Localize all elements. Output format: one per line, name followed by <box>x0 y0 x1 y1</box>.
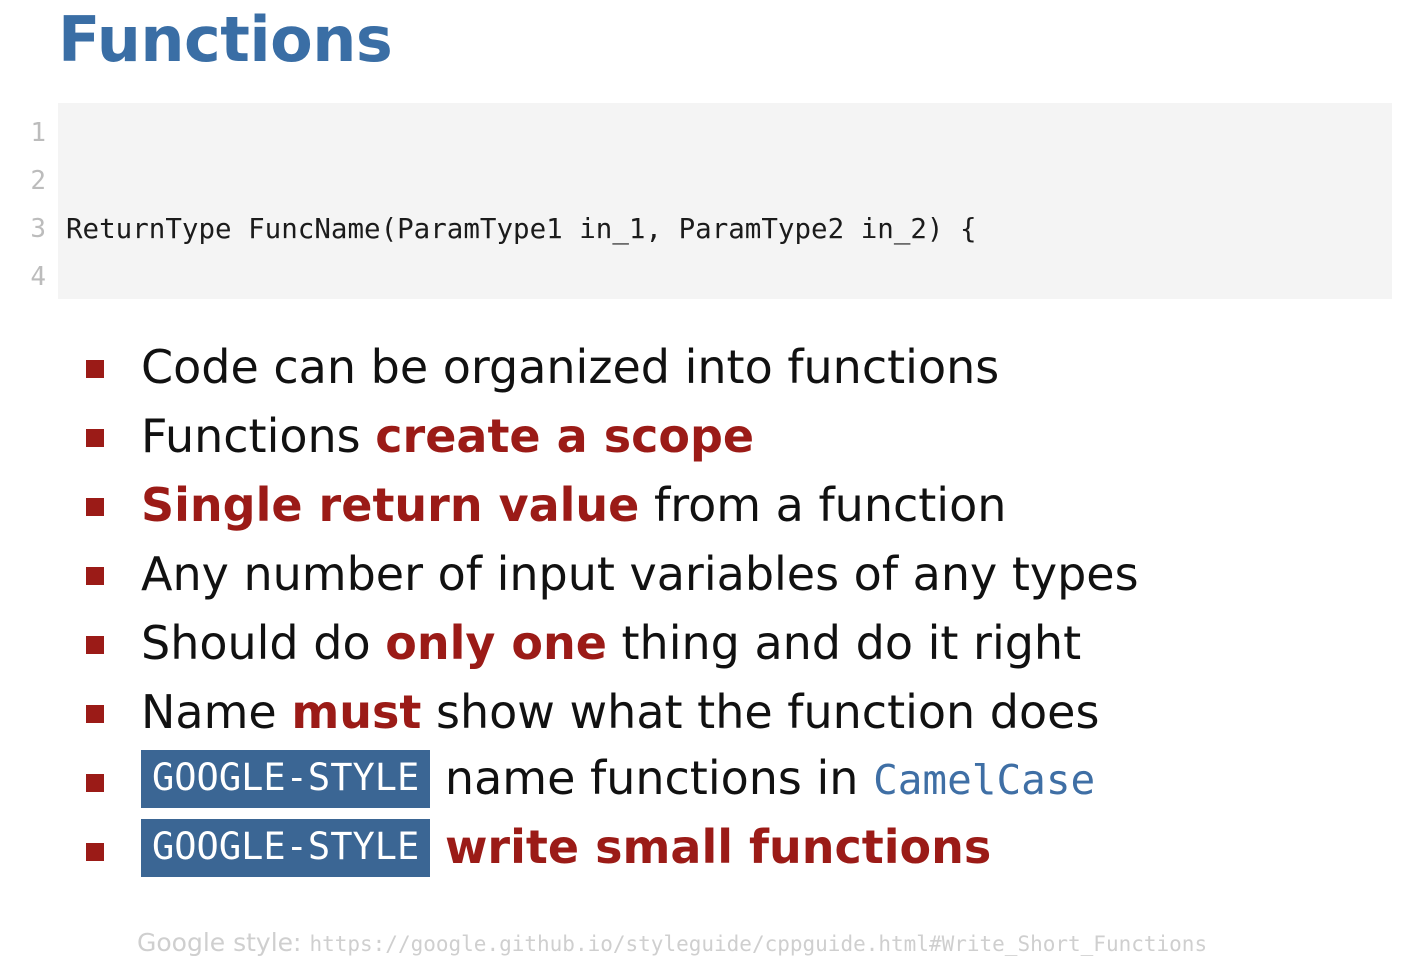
square-bullet-icon <box>86 842 104 861</box>
list-item: GOOGLE-STYLE write small functions <box>86 815 1396 884</box>
list-item-label: Functions create a scope <box>141 408 754 464</box>
text-segment: Functions <box>141 408 376 463</box>
text-segment: Code can be organized into functions <box>141 339 1000 394</box>
square-bullet-icon <box>86 428 104 447</box>
google-style-badge: GOOGLE-STYLE <box>141 749 431 808</box>
text-segment: Any number of input variables of any typ… <box>141 546 1139 601</box>
footer-label: Google style: <box>137 928 310 957</box>
code-line: ReturnType FuncName(ParamType1 in_1, Par… <box>66 205 1392 253</box>
square-bullet-icon <box>86 359 104 378</box>
code-inline-segment: CamelCase <box>873 756 1096 805</box>
slide-canvas: Functions 1 2 3 4 ReturnType FuncName(Pa… <box>0 0 1402 972</box>
footer-note: Google style: https://google.github.io/s… <box>137 928 1207 957</box>
emphasis-segment: write small functions <box>444 820 992 875</box>
code-line-number-gutter: 1 2 3 4 <box>0 103 58 299</box>
square-bullet-icon <box>86 566 104 585</box>
code-line-number: 4 <box>30 262 46 292</box>
square-bullet-icon <box>86 773 104 792</box>
list-item-label: GOOGLE-STYLE name functions in CamelCase <box>141 749 1096 811</box>
list-item: Single return value from a function <box>86 470 1396 539</box>
square-bullet-icon <box>86 704 104 723</box>
list-item: Any number of input variables of any typ… <box>86 539 1396 608</box>
list-item: Functions create a scope <box>86 401 1396 470</box>
list-item-label: GOOGLE-STYLE write small functions <box>141 818 992 880</box>
list-item-label: Single return value from a function <box>141 477 1006 533</box>
code-content: ReturnType FuncName(ParamType1 in_1, Par… <box>58 103 1392 299</box>
code-line-number: 1 <box>30 118 46 148</box>
page-title: Functions <box>58 3 393 76</box>
square-bullet-icon <box>86 497 104 516</box>
code-block: 1 2 3 4 ReturnType FuncName(ParamType1 i… <box>0 103 1392 299</box>
google-style-badge: GOOGLE-STYLE <box>141 818 431 877</box>
footer-url[interactable]: https://google.github.io/styleguide/cppg… <box>309 932 1207 956</box>
text-segment: name functions in <box>430 751 874 806</box>
list-item: Name must show what the function does <box>86 677 1396 746</box>
list-item: Code can be organized into functions <box>86 332 1396 401</box>
text-segment <box>430 820 445 874</box>
list-item-label: Should do only one thing and do it right <box>141 615 1081 671</box>
code-line-number: 3 <box>30 214 46 244</box>
text-segment: from a function <box>639 477 1007 532</box>
text-segment: Should do <box>141 615 386 670</box>
list-item: GOOGLE-STYLE name functions in CamelCase <box>86 746 1396 815</box>
emphasis-segment: create a scope <box>375 408 755 463</box>
emphasis-segment: must <box>291 684 422 739</box>
list-item-label: Code can be organized into functions <box>141 339 999 395</box>
square-bullet-icon <box>86 635 104 654</box>
bullet-list: Code can be organized into functions Fun… <box>86 332 1396 884</box>
code-line-number: 2 <box>30 166 46 196</box>
list-item: Should do only one thing and do it right <box>86 608 1396 677</box>
list-item-label: Any number of input variables of any typ… <box>141 546 1139 602</box>
text-segment: Name <box>141 684 292 739</box>
code-token-plain: ReturnType FuncName(ParamType1 in_1, Par… <box>66 213 977 245</box>
emphasis-segment: only one <box>385 615 607 670</box>
emphasis-segment: Single return value <box>141 477 640 532</box>
list-item-label: Name must show what the function does <box>141 684 1099 740</box>
text-segment: show what the function does <box>421 684 1100 739</box>
text-segment: thing and do it right <box>606 615 1082 670</box>
